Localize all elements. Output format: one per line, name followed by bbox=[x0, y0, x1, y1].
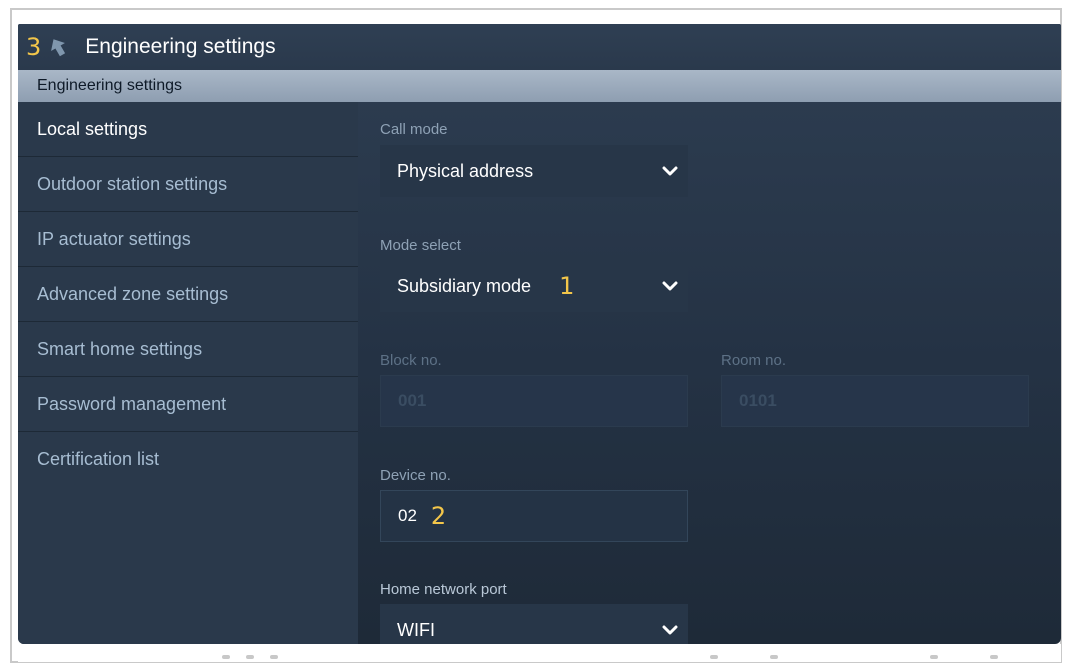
device-screen: 3 Engineering settings Engineering setti… bbox=[18, 24, 1061, 644]
device-no-field[interactable]: 02 2 bbox=[380, 490, 688, 542]
callout-number: 2 bbox=[430, 502, 447, 530]
sidebar-item-certification-list[interactable]: Certification list bbox=[18, 432, 358, 487]
status-indicator bbox=[770, 655, 778, 659]
sidebar-item-label: IP actuator settings bbox=[37, 228, 191, 249]
status-indicator bbox=[222, 655, 230, 659]
sidebar-item-smart-home-settings[interactable]: Smart home settings bbox=[18, 322, 358, 377]
sidebar-item-label: Advanced zone settings bbox=[37, 283, 229, 304]
section-header: Engineering settings bbox=[18, 70, 1061, 102]
sidebar-item-label: Password management bbox=[37, 393, 227, 414]
page-title: Engineering settings bbox=[85, 35, 276, 58]
mode-select-value: Subsidiary mode bbox=[397, 275, 532, 296]
back-arrow-icon[interactable] bbox=[47, 36, 69, 58]
mode-select-label: Mode select bbox=[380, 237, 461, 254]
home-network-port-label: Home network port bbox=[380, 581, 507, 598]
room-no-value: 0101 bbox=[739, 391, 777, 410]
chevron-down-icon bbox=[662, 166, 678, 176]
bottom-bezel bbox=[18, 644, 1061, 662]
sidebar-item-label: Outdoor station settings bbox=[37, 173, 228, 194]
home-network-port-value: WIFI bbox=[397, 619, 435, 640]
status-indicator bbox=[930, 655, 938, 659]
sidebar-item-advanced-zone-settings[interactable]: Advanced zone settings bbox=[18, 267, 358, 322]
callout-number: 1 bbox=[559, 272, 575, 300]
sidebar-item-label: Smart home settings bbox=[37, 338, 203, 359]
section-title: Engineering settings bbox=[37, 77, 182, 94]
status-indicator bbox=[710, 655, 718, 659]
sidebar: Local settings Outdoor station settings … bbox=[18, 102, 358, 644]
device-no-label: Device no. bbox=[380, 467, 451, 484]
call-mode-dropdown[interactable]: Physical address bbox=[380, 145, 688, 197]
status-indicator bbox=[246, 655, 254, 659]
sidebar-item-label: Certification list bbox=[37, 449, 160, 469]
sidebar-item-outdoor-station-settings[interactable]: Outdoor station settings bbox=[18, 157, 358, 212]
sidebar-item-password-management[interactable]: Password management bbox=[18, 377, 358, 432]
device-no-value: 02 bbox=[398, 506, 417, 525]
block-no-value: 001 bbox=[398, 391, 427, 410]
block-no-label: Block no. bbox=[380, 352, 442, 369]
settings-content: Call mode Physical address Mode select S… bbox=[358, 102, 1061, 644]
room-no-label: Room no. bbox=[721, 352, 787, 369]
sidebar-item-label: Local settings bbox=[37, 118, 148, 139]
call-mode-label: Call mode bbox=[380, 121, 448, 138]
chevron-down-icon bbox=[662, 625, 678, 635]
room-no-field: 0101 bbox=[721, 375, 1029, 427]
sidebar-item-local-settings[interactable]: Local settings bbox=[18, 102, 358, 157]
title-bar: 3 Engineering settings bbox=[18, 24, 1061, 70]
mode-select-dropdown[interactable]: Subsidiary mode 1 bbox=[380, 260, 688, 312]
call-mode-value: Physical address bbox=[397, 160, 534, 181]
status-indicator bbox=[270, 655, 278, 659]
chevron-down-icon bbox=[662, 281, 678, 291]
sidebar-item-ip-actuator-settings[interactable]: IP actuator settings bbox=[18, 212, 358, 267]
callout-number: 3 bbox=[26, 33, 42, 61]
home-network-port-dropdown[interactable]: WIFI bbox=[380, 604, 688, 644]
block-no-field: 001 bbox=[380, 375, 688, 427]
status-indicator bbox=[990, 655, 998, 659]
